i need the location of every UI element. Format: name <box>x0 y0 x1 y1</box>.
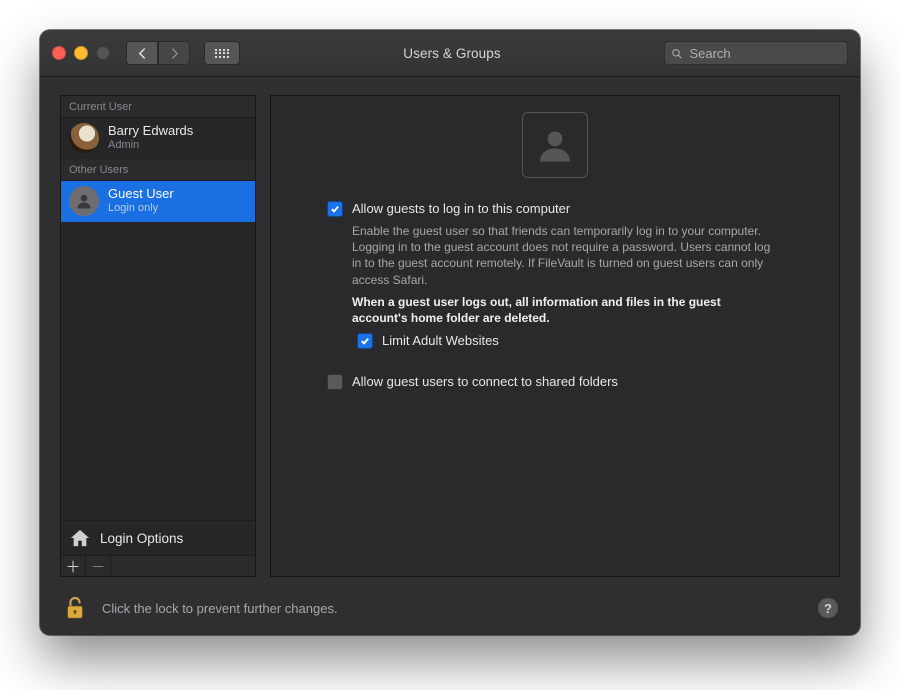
window-title: Users & Groups <box>248 46 656 61</box>
sidebar-user-current[interactable]: Barry Edwards Admin <box>61 118 255 159</box>
forward-button <box>158 41 190 65</box>
limit-adult-checkbox[interactable] <box>357 333 373 349</box>
user-role: Admin <box>108 139 193 152</box>
back-button[interactable] <box>126 41 158 65</box>
user-avatar-icon <box>69 123 99 153</box>
guest-avatar-icon <box>69 186 99 216</box>
zoom-window-button <box>96 46 110 60</box>
question-mark-icon: ? <box>824 601 832 616</box>
allow-guests-desc: Enable the guest user so that friends ca… <box>352 223 772 288</box>
limit-adult-option: Limit Adult Websites <box>357 332 819 349</box>
limit-adult-label: Limit Adult Websites <box>382 332 499 349</box>
section-header-other: Other Users <box>61 159 255 181</box>
footer: Click the lock to prevent further change… <box>60 591 840 621</box>
person-icon <box>74 191 94 211</box>
house-icon <box>69 528 91 548</box>
nav-buttons <box>126 41 190 65</box>
titlebar: Users & Groups <box>40 30 860 77</box>
search-icon <box>671 47 682 60</box>
check-icon <box>330 204 340 214</box>
remove-user-button: － <box>86 556 111 576</box>
lock-hint-text: Click the lock to prevent further change… <box>102 601 804 616</box>
add-remove-bar: ＋ － <box>61 555 255 576</box>
guest-user-panel: Allow guests to log in to this computer … <box>270 95 840 577</box>
grid-icon <box>215 49 229 58</box>
login-options-label: Login Options <box>100 531 183 546</box>
show-all-button[interactable] <box>204 41 240 65</box>
panels: Current User Barry Edwards Admin Other U… <box>60 95 840 577</box>
section-header-current: Current User <box>61 96 255 118</box>
allow-guests-option: Allow guests to log in to this computer <box>327 200 819 217</box>
search-field[interactable] <box>664 41 848 65</box>
users-sidebar: Current User Barry Edwards Admin Other U… <box>60 95 256 577</box>
user-name: Barry Edwards <box>108 124 193 139</box>
unlocked-lock-icon <box>65 595 85 621</box>
guest-large-avatar[interactable] <box>522 112 588 178</box>
user-text: Barry Edwards Admin <box>108 124 193 152</box>
allow-guests-label: Allow guests to log in to this computer <box>352 200 570 217</box>
chevron-right-icon <box>170 48 179 59</box>
shared-folders-checkbox[interactable] <box>327 374 343 390</box>
lock-button[interactable] <box>62 595 88 621</box>
preferences-window: Users & Groups Current User Barry Edward… <box>40 30 860 635</box>
shared-folders-option: Allow guest users to connect to shared f… <box>327 373 819 390</box>
login-options-button[interactable]: Login Options <box>61 520 255 555</box>
close-window-button[interactable] <box>52 46 66 60</box>
sidebar-spacer <box>61 222 255 520</box>
user-text: Guest User Login only <box>108 187 174 215</box>
minimize-window-button[interactable] <box>74 46 88 60</box>
user-name: Guest User <box>108 187 174 202</box>
shared-folders-label: Allow guest users to connect to shared f… <box>352 373 618 390</box>
chevron-left-icon <box>138 48 147 59</box>
sidebar-user-guest[interactable]: Guest User Login only <box>61 181 255 222</box>
search-input[interactable] <box>687 45 841 62</box>
window-controls <box>52 46 110 60</box>
allow-guests-checkbox[interactable] <box>327 201 343 217</box>
check-icon <box>360 336 370 346</box>
person-icon <box>534 124 576 166</box>
user-role: Login only <box>108 202 174 215</box>
content-area: Current User Barry Edwards Admin Other U… <box>40 77 860 635</box>
help-button[interactable]: ? <box>818 598 838 618</box>
allow-guests-warning: When a guest user logs out, all informat… <box>352 294 772 326</box>
add-user-button[interactable]: ＋ <box>61 556 86 576</box>
